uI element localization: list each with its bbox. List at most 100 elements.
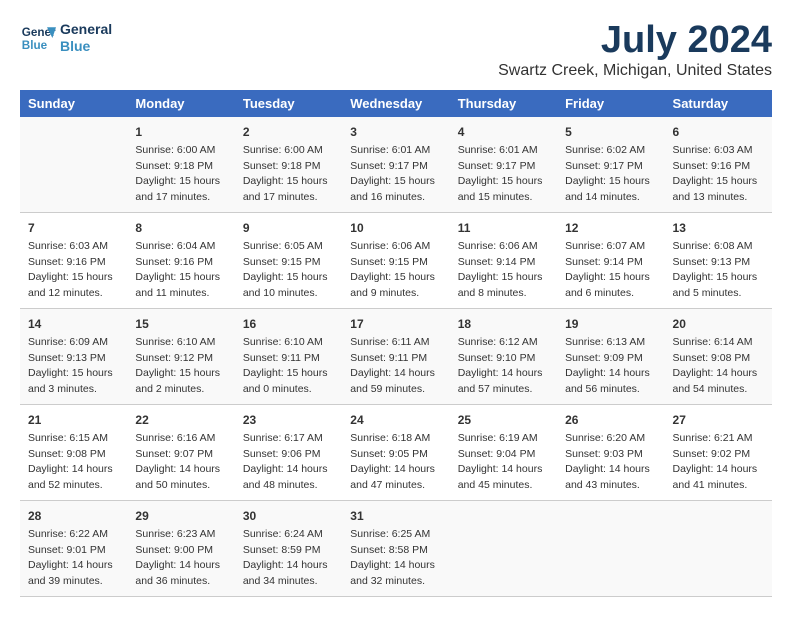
day-number: 25 — [458, 411, 549, 429]
logo-icon: General Blue — [20, 20, 56, 56]
day-info: Sunrise: 6:08 AMSunset: 9:13 PMDaylight:… — [673, 239, 764, 302]
day-number: 21 — [28, 411, 119, 429]
calendar-week-row: 1 Sunrise: 6:00 AMSunset: 9:18 PMDaylight… — [20, 117, 772, 213]
calendar-cell: 24 Sunrise: 6:18 AMSunset: 9:05 PMDayligh… — [342, 404, 449, 500]
day-info: Sunrise: 6:06 AMSunset: 9:15 PMDaylight:… — [350, 239, 441, 302]
day-info: Sunrise: 6:24 AMSunset: 8:59 PMDaylight:… — [243, 527, 334, 590]
calendar-week-row: 14 Sunrise: 6:09 AMSunset: 9:13 PMDayligh… — [20, 308, 772, 404]
calendar-week-row: 28Sunrise: 6:22 AMSunset: 9:01 PMDayligh… — [20, 500, 772, 596]
day-info: Sunrise: 6:03 AMSunset: 9:16 PMDaylight:… — [673, 143, 764, 206]
day-number: 6 — [673, 123, 764, 141]
day-info: Sunrise: 6:01 AMSunset: 9:17 PMDaylight:… — [350, 143, 441, 206]
calendar-week-row: 7 Sunrise: 6:03 AMSunset: 9:16 PMDaylight… — [20, 212, 772, 308]
calendar-cell: 22 Sunrise: 6:16 AMSunset: 9:07 PMDayligh… — [127, 404, 234, 500]
calendar-cell: 16Sunrise: 6:10 AMSunset: 9:11 PMDayligh… — [235, 308, 342, 404]
calendar-week-row: 21 Sunrise: 6:15 AMSunset: 9:08 PMDayligh… — [20, 404, 772, 500]
day-number: 3 — [350, 123, 441, 141]
calendar-cell: 30 Sunrise: 6:24 AMSunset: 8:59 PMDayligh… — [235, 500, 342, 596]
calendar-cell: 9 Sunrise: 6:05 AMSunset: 9:15 PMDaylight… — [235, 212, 342, 308]
day-number: 31 — [350, 507, 441, 525]
day-info: Sunrise: 6:03 AMSunset: 9:16 PMDaylight:… — [28, 239, 119, 302]
day-info: Sunrise: 6:06 AMSunset: 9:14 PMDaylight:… — [458, 239, 549, 302]
day-number: 23 — [243, 411, 334, 429]
calendar-cell: 5Sunrise: 6:02 AMSunset: 9:17 PMDaylight… — [557, 117, 664, 213]
day-info: Sunrise: 6:18 AMSunset: 9:05 PMDaylight:… — [350, 431, 441, 494]
logo-text: General Blue — [60, 21, 112, 55]
day-number: 11 — [458, 219, 549, 237]
calendar-cell — [20, 117, 127, 213]
day-number: 15 — [135, 315, 226, 333]
day-info: Sunrise: 6:25 AMSunset: 8:58 PMDaylight:… — [350, 527, 441, 590]
column-header-wednesday: Wednesday — [342, 90, 449, 117]
calendar-cell — [557, 500, 664, 596]
calendar-cell: 10 Sunrise: 6:06 AMSunset: 9:15 PMDayligh… — [342, 212, 449, 308]
day-number: 14 — [28, 315, 119, 333]
day-number: 8 — [135, 219, 226, 237]
calendar-cell: 11 Sunrise: 6:06 AMSunset: 9:14 PMDayligh… — [450, 212, 557, 308]
calendar-cell: 12 Sunrise: 6:07 AMSunset: 9:14 PMDayligh… — [557, 212, 664, 308]
calendar-cell: 29Sunrise: 6:23 AMSunset: 9:00 PMDayligh… — [127, 500, 234, 596]
day-number: 30 — [243, 507, 334, 525]
calendar-cell: 2 Sunrise: 6:00 AMSunset: 9:18 PMDaylight… — [235, 117, 342, 213]
day-info: Sunrise: 6:16 AMSunset: 9:07 PMDaylight:… — [135, 431, 226, 494]
calendar-cell: 23 Sunrise: 6:17 AMSunset: 9:06 PMDayligh… — [235, 404, 342, 500]
day-info: Sunrise: 6:10 AMSunset: 9:12 PMDaylight:… — [135, 335, 226, 398]
day-number: 10 — [350, 219, 441, 237]
column-header-monday: Monday — [127, 90, 234, 117]
subtitle: Swartz Creek, Michigan, United States — [498, 62, 772, 80]
day-number: 2 — [243, 123, 334, 141]
day-number: 19 — [565, 315, 656, 333]
calendar-cell — [450, 500, 557, 596]
calendar-cell: 7 Sunrise: 6:03 AMSunset: 9:16 PMDaylight… — [20, 212, 127, 308]
day-info: Sunrise: 6:09 AMSunset: 9:13 PMDaylight:… — [28, 335, 119, 398]
calendar-cell: 6 Sunrise: 6:03 AMSunset: 9:16 PMDaylight… — [665, 117, 772, 213]
column-header-tuesday: Tuesday — [235, 90, 342, 117]
day-info: Sunrise: 6:02 AMSunset: 9:17 PMDaylight:… — [565, 143, 656, 206]
main-title: July 2024 — [498, 20, 772, 62]
day-number: 12 — [565, 219, 656, 237]
calendar-cell: 27Sunrise: 6:21 AMSunset: 9:02 PMDayligh… — [665, 404, 772, 500]
day-number: 22 — [135, 411, 226, 429]
calendar-cell: 19 Sunrise: 6:13 AMSunset: 9:09 PMDayligh… — [557, 308, 664, 404]
day-number: 1 — [135, 123, 226, 141]
calendar-table: SundayMondayTuesdayWednesdayThursdayFrid… — [20, 90, 772, 597]
column-header-friday: Friday — [557, 90, 664, 117]
day-number: 29 — [135, 507, 226, 525]
title-area: July 2024 Swartz Creek, Michigan, United… — [498, 20, 772, 80]
calendar-cell: 31 Sunrise: 6:25 AMSunset: 8:58 PMDayligh… — [342, 500, 449, 596]
column-header-thursday: Thursday — [450, 90, 557, 117]
calendar-cell: 26 Sunrise: 6:20 AMSunset: 9:03 PMDayligh… — [557, 404, 664, 500]
day-info: Sunrise: 6:05 AMSunset: 9:15 PMDaylight:… — [243, 239, 334, 302]
calendar-cell: 21 Sunrise: 6:15 AMSunset: 9:08 PMDayligh… — [20, 404, 127, 500]
calendar-cell: 25Sunrise: 6:19 AMSunset: 9:04 PMDayligh… — [450, 404, 557, 500]
day-number: 26 — [565, 411, 656, 429]
calendar-cell: 17Sunrise: 6:11 AMSunset: 9:11 PMDayligh… — [342, 308, 449, 404]
page-header: General Blue General Blue July 2024 Swar… — [20, 20, 772, 80]
calendar-cell: 1Sunrise: 6:00 AMSunset: 9:18 PMDaylight… — [127, 117, 234, 213]
day-info: Sunrise: 6:15 AMSunset: 9:08 PMDaylight:… — [28, 431, 119, 494]
day-info: Sunrise: 6:07 AMSunset: 9:14 PMDaylight:… — [565, 239, 656, 302]
day-number: 24 — [350, 411, 441, 429]
calendar-cell: 3 Sunrise: 6:01 AMSunset: 9:17 PMDaylight… — [342, 117, 449, 213]
day-number: 27 — [673, 411, 764, 429]
day-number: 13 — [673, 219, 764, 237]
day-number: 7 — [28, 219, 119, 237]
calendar-cell: 18 Sunrise: 6:12 AMSunset: 9:10 PMDayligh… — [450, 308, 557, 404]
day-info: Sunrise: 6:13 AMSunset: 9:09 PMDaylight:… — [565, 335, 656, 398]
day-number: 20 — [673, 315, 764, 333]
calendar-cell: 20Sunrise: 6:14 AMSunset: 9:08 PMDayligh… — [665, 308, 772, 404]
day-info: Sunrise: 6:17 AMSunset: 9:06 PMDaylight:… — [243, 431, 334, 494]
day-info: Sunrise: 6:12 AMSunset: 9:10 PMDaylight:… — [458, 335, 549, 398]
day-info: Sunrise: 6:20 AMSunset: 9:03 PMDaylight:… — [565, 431, 656, 494]
day-number: 4 — [458, 123, 549, 141]
calendar-cell: 15 Sunrise: 6:10 AMSunset: 9:12 PMDayligh… — [127, 308, 234, 404]
column-header-saturday: Saturday — [665, 90, 772, 117]
calendar-cell: 8Sunrise: 6:04 AMSunset: 9:16 PMDaylight… — [127, 212, 234, 308]
day-info: Sunrise: 6:00 AMSunset: 9:18 PMDaylight:… — [243, 143, 334, 206]
day-info: Sunrise: 6:01 AMSunset: 9:17 PMDaylight:… — [458, 143, 549, 206]
svg-text:Blue: Blue — [22, 39, 48, 52]
day-number: 9 — [243, 219, 334, 237]
day-number: 18 — [458, 315, 549, 333]
calendar-cell: 28Sunrise: 6:22 AMSunset: 9:01 PMDayligh… — [20, 500, 127, 596]
day-number: 28 — [28, 507, 119, 525]
